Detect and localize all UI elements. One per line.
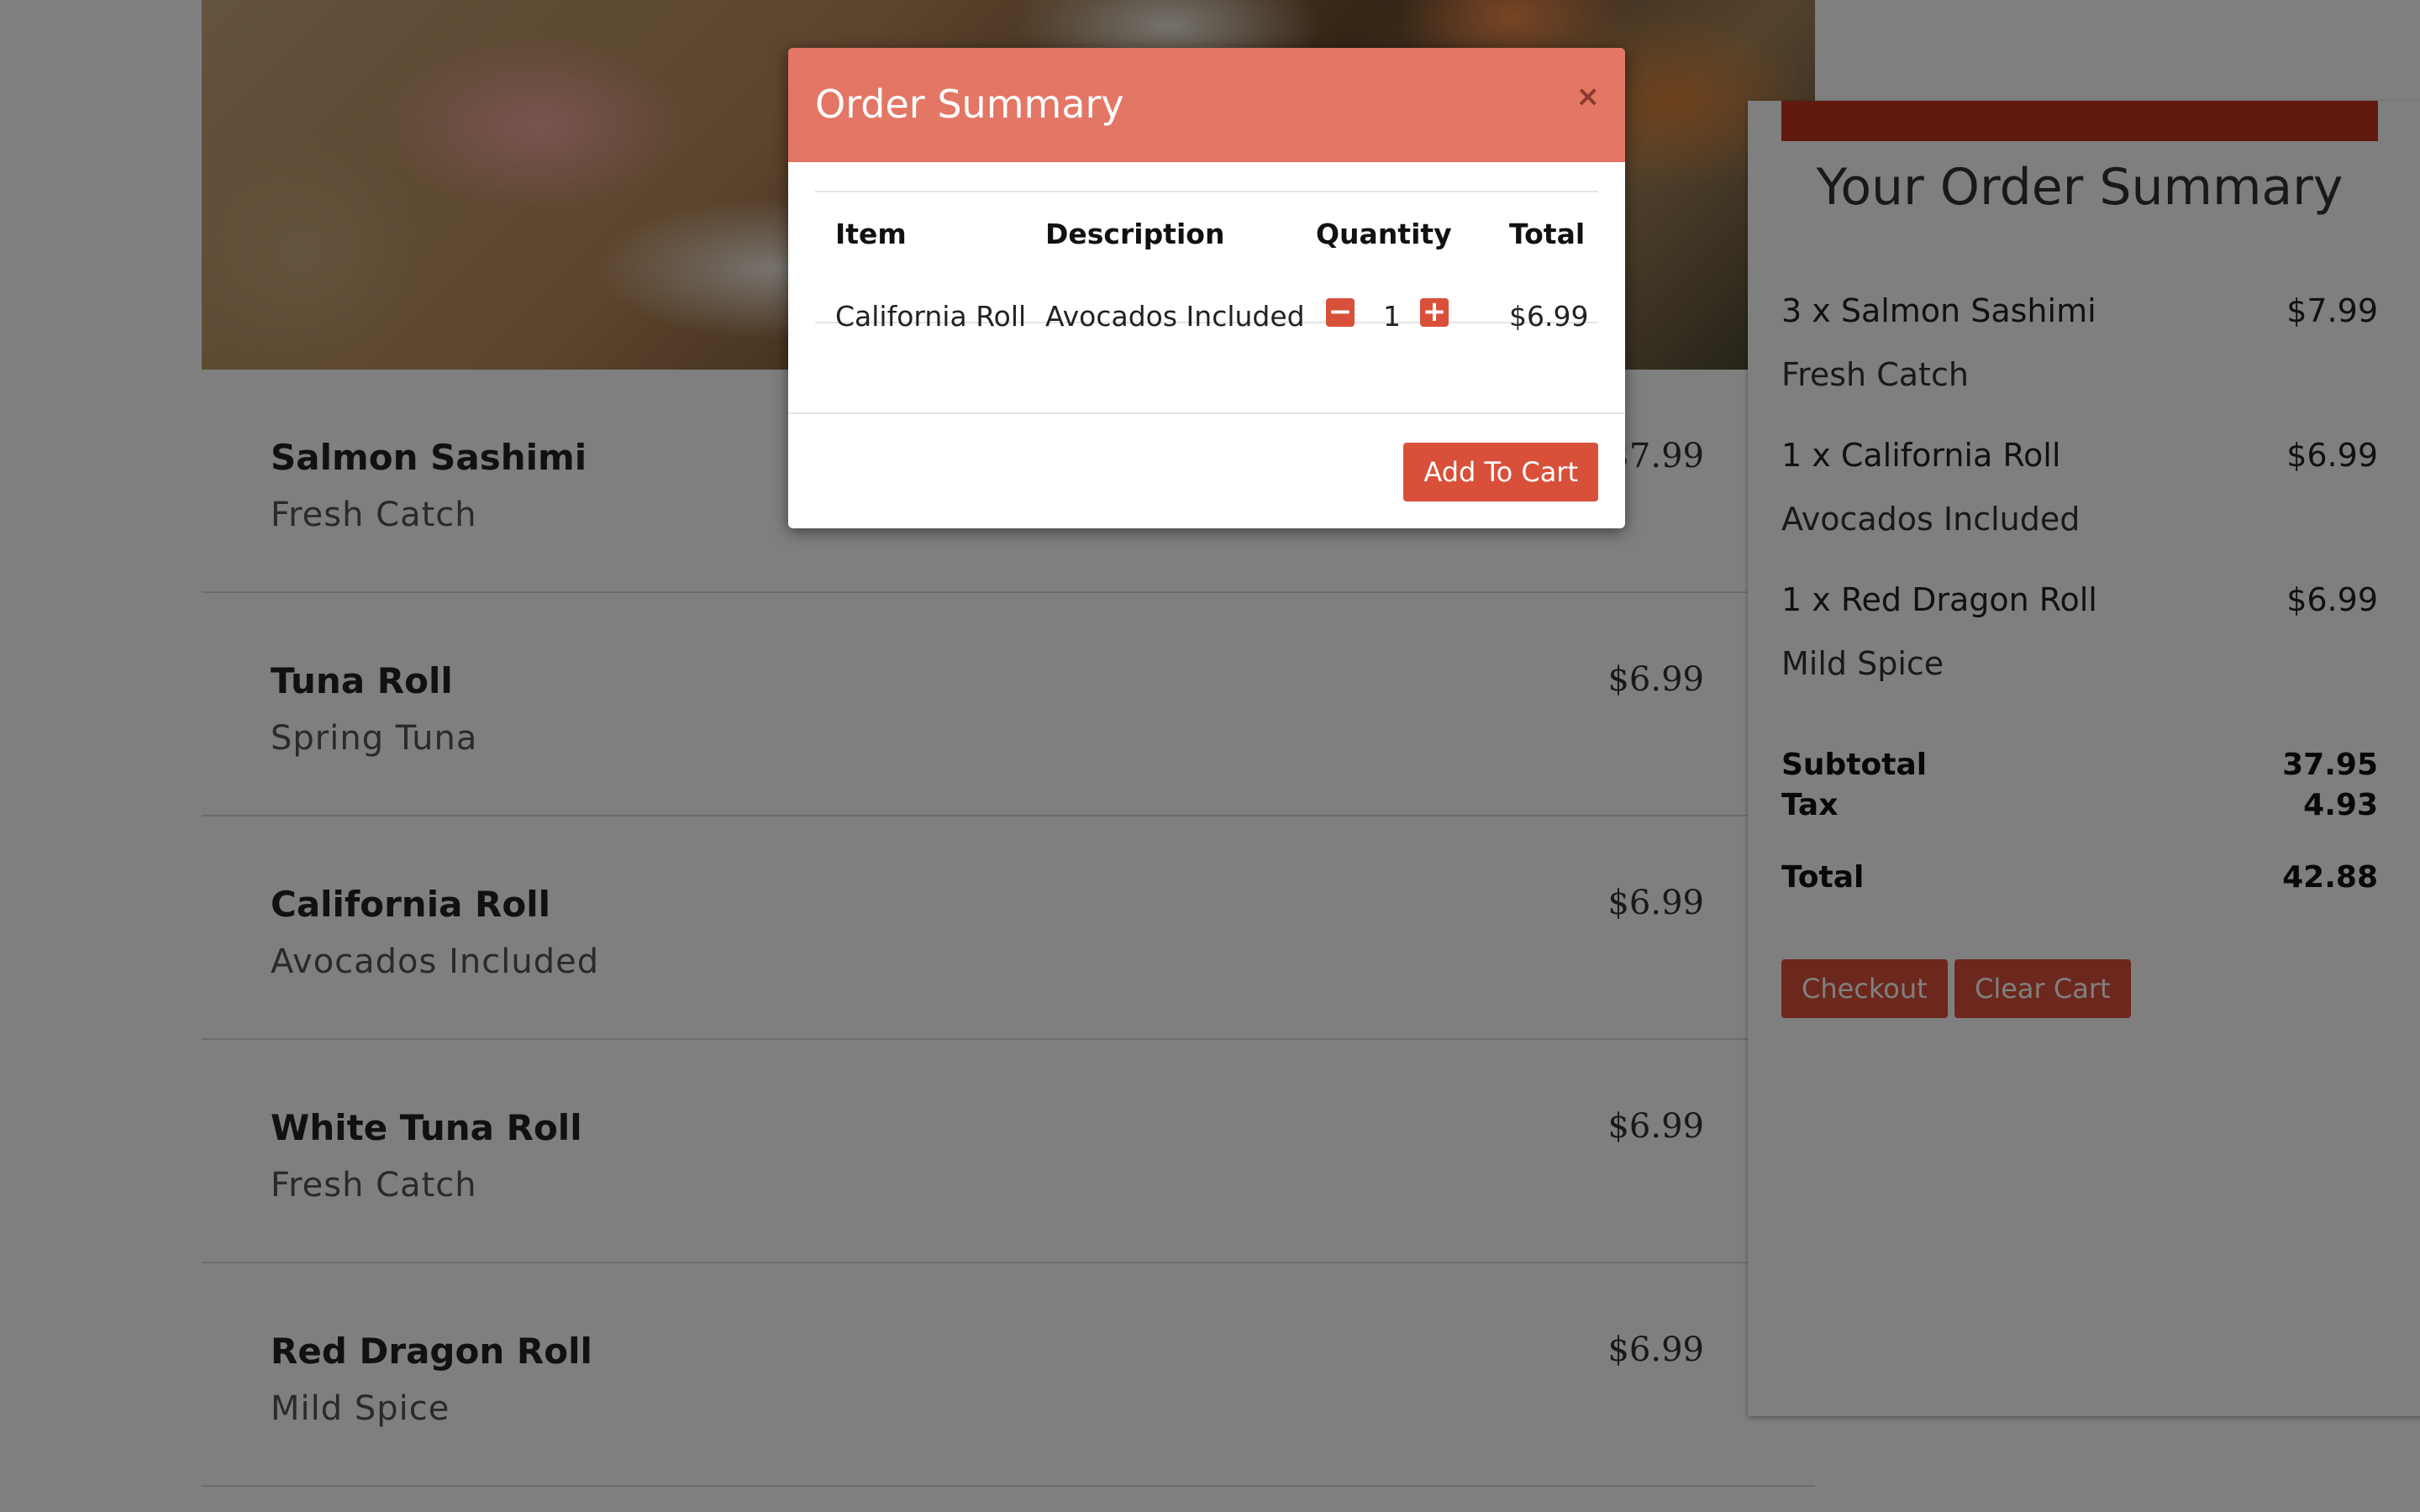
column-header-total: Total	[1509, 218, 1586, 250]
modal-title: Order Summary	[815, 81, 1124, 127]
order-summary-modal: Order Summary × Item Description Quantit…	[788, 48, 1625, 528]
close-icon[interactable]: ×	[1576, 80, 1601, 113]
footer-divider	[788, 412, 1625, 414]
plus-icon[interactable]: +	[1420, 297, 1449, 327]
modal-header: Order Summary ×	[788, 48, 1625, 162]
add-to-cart-button[interactable]: Add To Cart	[1403, 443, 1598, 501]
column-header-item: Item	[835, 218, 907, 250]
column-header-description: Description	[1045, 218, 1225, 250]
row-quantity: 1	[1383, 300, 1401, 333]
minus-icon[interactable]: −	[1326, 297, 1355, 327]
row-description: Avocados Included	[1045, 300, 1305, 333]
row-item: California Roll	[835, 300, 1027, 333]
column-header-quantity: Quantity	[1316, 218, 1452, 250]
row-total: $6.99	[1509, 300, 1589, 333]
order-table: Item Description Quantity Total Californ…	[815, 191, 1598, 333]
